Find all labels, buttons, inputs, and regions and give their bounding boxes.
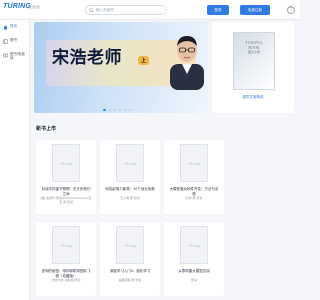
book-title[interactable]: 对话中的量子物理：天才的你们之间 xyxy=(40,187,92,196)
site-logo-subtitle: 图灵社区 xyxy=(28,5,41,9)
book-title[interactable]: 大模型驱动软件开发：方法与实践 xyxy=(168,187,220,196)
book-title[interactable]: 咨询的秘密：带你和职场团队飞驰（珍藏版） xyxy=(40,269,92,278)
search-icon xyxy=(89,7,94,13)
sidebar-item-label: 首页 xyxy=(10,24,17,28)
book-title[interactable]: 深度学习入门4：强化学习 xyxy=(104,269,156,274)
banner-tag: 上 xyxy=(138,56,150,65)
carousel-dot[interactable] xyxy=(103,109,106,111)
search-input[interactable] xyxy=(96,8,166,12)
sidebar-item-home[interactable]: 首页 xyxy=(0,24,30,35)
book-title[interactable]: 科技影响力新秀：10个创业传奇 xyxy=(104,187,156,192)
book-cover[interactable]: iTuring xyxy=(52,144,80,182)
book-cover[interactable]: iTuring xyxy=(180,226,208,264)
author-portrait-image xyxy=(170,36,204,90)
carousel-dot[interactable] xyxy=(114,109,116,111)
cover-watermark: iTuring xyxy=(188,243,200,248)
book-card[interactable]: iTuring 咨询的秘密：带你和职场团队飞驰（珍藏版） 杰拉尔德·温伯格 纸书 xyxy=(36,222,96,296)
book-meta: [美] 爱德华·赫塞尔(Samuel Decker) 尼克 译 纸书 xyxy=(40,196,92,204)
cover-watermark: iTuring xyxy=(60,243,72,248)
help-icon[interactable]: ? xyxy=(287,6,295,14)
hero-banner[interactable]: 宋浩老师 上 xyxy=(34,22,208,113)
carousel-dot[interactable] xyxy=(109,109,111,111)
reader-icon xyxy=(3,53,8,57)
top-bar: TURING 图灵社区 登录 免费注册 ? xyxy=(0,0,300,20)
cover-watermark: iTuring xyxy=(188,161,200,166)
featured-book-card[interactable]: TURING BOOK 图灵文库 图灵文库精选 xyxy=(212,22,294,113)
cover-subtitle: 图灵文库 xyxy=(247,50,260,54)
carousel-dot[interactable] xyxy=(129,109,131,111)
carousel-indicators xyxy=(103,109,131,111)
sidebar-item-label: 图书/免费读 xyxy=(10,52,25,60)
book-title[interactable]: 从零构建大模型应用 xyxy=(168,269,220,274)
search-box[interactable] xyxy=(85,5,167,15)
section-title: 新书上市 xyxy=(36,126,57,132)
book-meta: 斋藤康毅 著 纸书 xyxy=(118,278,142,282)
featured-book-caption[interactable]: 图灵文库精选 xyxy=(212,95,294,100)
book-card[interactable]: iTuring 深度学习入门4：强化学习 斋藤康毅 著 纸书 xyxy=(100,222,160,296)
book-meta: 杰拉尔德·温伯格 纸书 xyxy=(51,278,81,282)
sidebar-item-label: 图书 xyxy=(10,38,17,42)
book-meta: 王小明 著 纸书 xyxy=(120,196,140,200)
sidebar-item-books[interactable]: 图书 xyxy=(0,38,30,49)
book-card[interactable]: iTuring 从零构建大模型应用 纸书 xyxy=(164,222,224,296)
banner-title: 宋浩老师 xyxy=(52,48,122,68)
book-cover[interactable]: iTuring xyxy=(52,226,80,264)
featured-book-cover[interactable]: TURING BOOK 图灵文库 xyxy=(233,32,275,90)
book-card[interactable]: iTuring 科技影响力新秀：10个创业传奇 王小明 著 纸书 xyxy=(100,140,160,214)
sidebar: 首页 图书 图书/免费读 xyxy=(0,20,30,300)
book-meta: 纸书 xyxy=(190,278,197,282)
book-cover[interactable]: iTuring xyxy=(116,144,144,182)
cover-watermark: iTuring xyxy=(124,243,136,248)
home-icon xyxy=(3,25,8,29)
book-cover[interactable]: iTuring xyxy=(180,144,208,182)
book-cover[interactable]: iTuring xyxy=(116,226,144,264)
login-button[interactable]: 登录 xyxy=(207,5,229,15)
book-meta: 刘洋 著 纸书 xyxy=(185,196,203,200)
cover-watermark: iTuring xyxy=(60,161,72,166)
site-logo[interactable]: TURING xyxy=(3,3,31,10)
book-card[interactable]: iTuring 对话中的量子物理：天才的你们之间 [美] 爱德华·赫塞尔(Sam… xyxy=(36,140,96,214)
sidebar-item-reader[interactable]: 图书/免费读 xyxy=(0,52,30,68)
cover-watermark: iTuring xyxy=(124,161,136,166)
book-icon xyxy=(3,38,8,44)
carousel-dot[interactable] xyxy=(124,109,126,111)
carousel-dot[interactable] xyxy=(119,109,121,111)
register-button[interactable]: 免费注册 xyxy=(240,5,270,15)
book-card[interactable]: iTuring 大模型驱动软件开发：方法与实践 刘洋 著 纸书 xyxy=(164,140,224,214)
